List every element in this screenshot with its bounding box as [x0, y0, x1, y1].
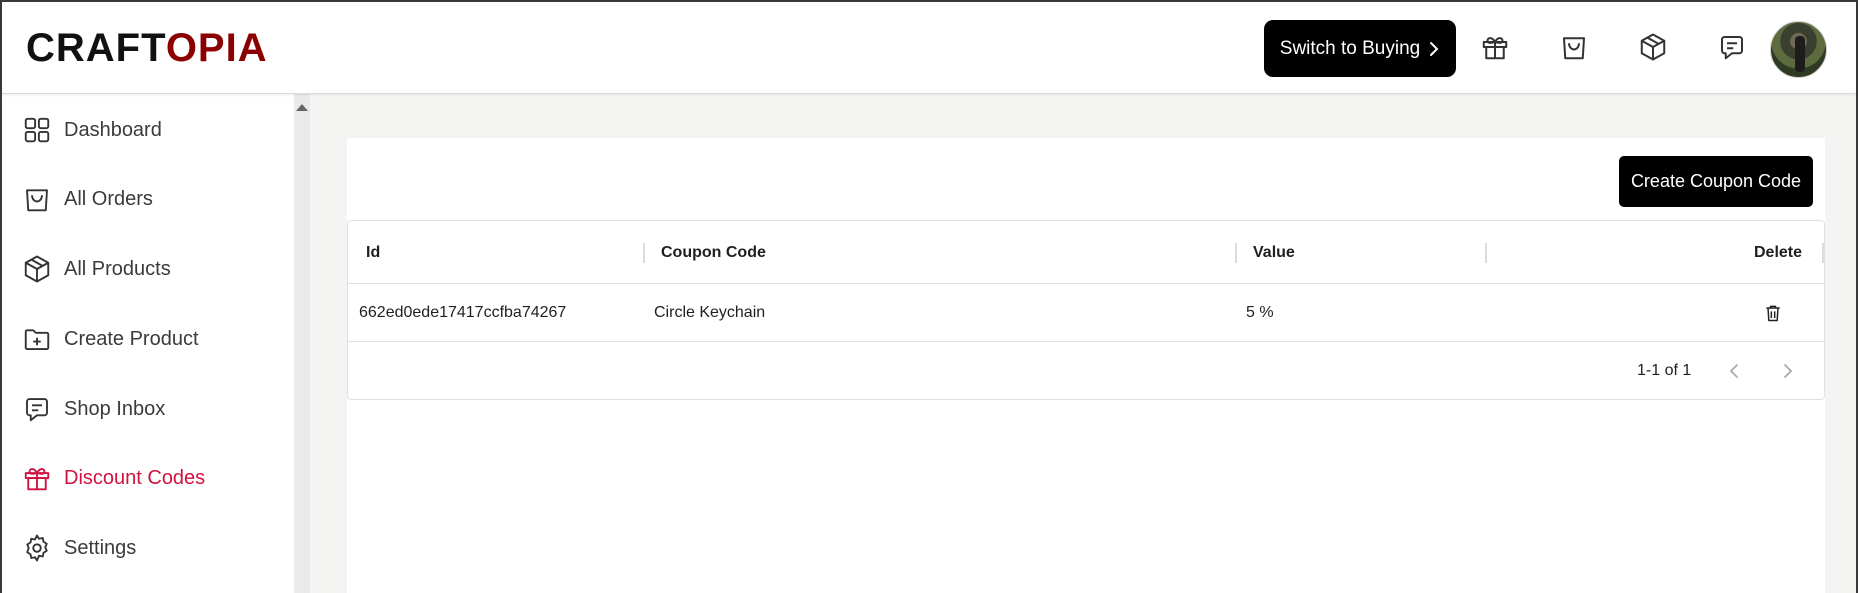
sidebar-item-dashboard[interactable]: Dashboard	[2, 105, 294, 155]
cell-coupon-code: Circle Keychain	[654, 304, 766, 321]
sidebar-item-label: All Products	[64, 257, 171, 280]
pagination-label: 1-1 of 1	[1637, 362, 1692, 379]
sidebar-item-label: All Orders	[64, 187, 153, 210]
trash-icon	[1766, 305, 1780, 322]
create-coupon-code-button[interactable]: Create Coupon Code	[1619, 156, 1813, 207]
chevron-right-icon	[1784, 364, 1793, 378]
column-header-delete[interactable]: Delete	[1754, 221, 1802, 284]
chevron-left-icon	[1729, 364, 1738, 378]
main-content: Create Coupon Code Id Coupon Code Value …	[310, 94, 1856, 593]
column-separator[interactable]	[1822, 243, 1824, 263]
package-icon[interactable]	[1636, 30, 1670, 64]
cell-id: 662ed0ede17417ccfba74267	[359, 304, 567, 321]
sidebar-item-create-product[interactable]: Create Product	[2, 314, 294, 364]
switch-to-buying-label: Switch to Buying	[1279, 37, 1421, 59]
switch-to-buying-button[interactable]: Switch to Buying	[1264, 20, 1456, 77]
table-footer: 1-1 of 1	[348, 342, 1824, 400]
column-header-coupon-code[interactable]: Coupon Code	[661, 221, 766, 284]
sidebar-item-discount-codes[interactable]: Discount Codes	[2, 453, 294, 503]
gear-icon	[26, 534, 48, 562]
avatar-figure	[1795, 36, 1805, 72]
shopping-bag-icon	[26, 189, 48, 212]
sidebar-scrollbar[interactable]	[294, 94, 310, 593]
column-separator[interactable]	[1485, 243, 1487, 263]
coupon-table: Id Coupon Code Value Delete 662ed0ede174…	[347, 220, 1825, 400]
logo-part-craft: CRAFT	[26, 26, 166, 70]
chevron-right-icon	[1430, 41, 1439, 56]
column-header-value[interactable]: Value	[1253, 221, 1295, 284]
sidebar-item-label: Dashboard	[64, 118, 162, 141]
sidebar-item-all-products[interactable]: All Products	[2, 244, 294, 294]
delete-button[interactable]	[1763, 284, 1783, 342]
table-header: Id Coupon Code Value Delete	[348, 221, 1824, 284]
logo-part-opia: OPIA	[165, 26, 268, 70]
cell-value: 5 %	[1246, 304, 1274, 321]
folder-plus-icon	[24, 329, 50, 350]
user-avatar[interactable]	[1770, 21, 1827, 78]
coupon-card: Create Coupon Code Id Coupon Code Value …	[347, 138, 1825, 593]
dashboard-icon	[24, 117, 50, 143]
table-row[interactable]: 662ed0ede17417ccfba74267 Circle Keychain…	[348, 284, 1824, 342]
sidebar-item-label: Create Product	[64, 327, 199, 350]
sidebar: Dashboard All Orders All Products Create…	[2, 94, 294, 593]
sidebar-item-label: Discount Codes	[64, 466, 206, 489]
column-header-id[interactable]: Id	[366, 221, 380, 284]
sidebar-item-shop-inbox[interactable]: Shop Inbox	[2, 384, 294, 434]
message-icon	[26, 398, 48, 422]
next-page-button[interactable]	[1773, 356, 1803, 386]
previous-page-button[interactable]	[1719, 356, 1749, 386]
top-header: CRAFTOPIA Switch to Buying	[2, 2, 1856, 94]
package-icon	[24, 255, 50, 283]
sidebar-item-label: Shop Inbox	[64, 397, 166, 420]
shopping-bag-icon[interactable]	[1557, 30, 1591, 64]
gift-icon	[24, 468, 50, 491]
scroll-up-arrow-icon[interactable]	[296, 104, 308, 111]
sidebar-item-all-orders[interactable]: All Orders	[2, 174, 294, 224]
sidebar-item-label: Settings	[64, 536, 137, 559]
message-icon[interactable]	[1715, 30, 1749, 64]
column-separator[interactable]	[643, 243, 645, 263]
column-separator[interactable]	[1235, 243, 1237, 263]
gift-icon[interactable]	[1478, 30, 1512, 64]
sidebar-item-settings[interactable]: Settings	[2, 523, 294, 573]
craftopia-logo[interactable]: CRAFTOPIA	[26, 26, 268, 70]
